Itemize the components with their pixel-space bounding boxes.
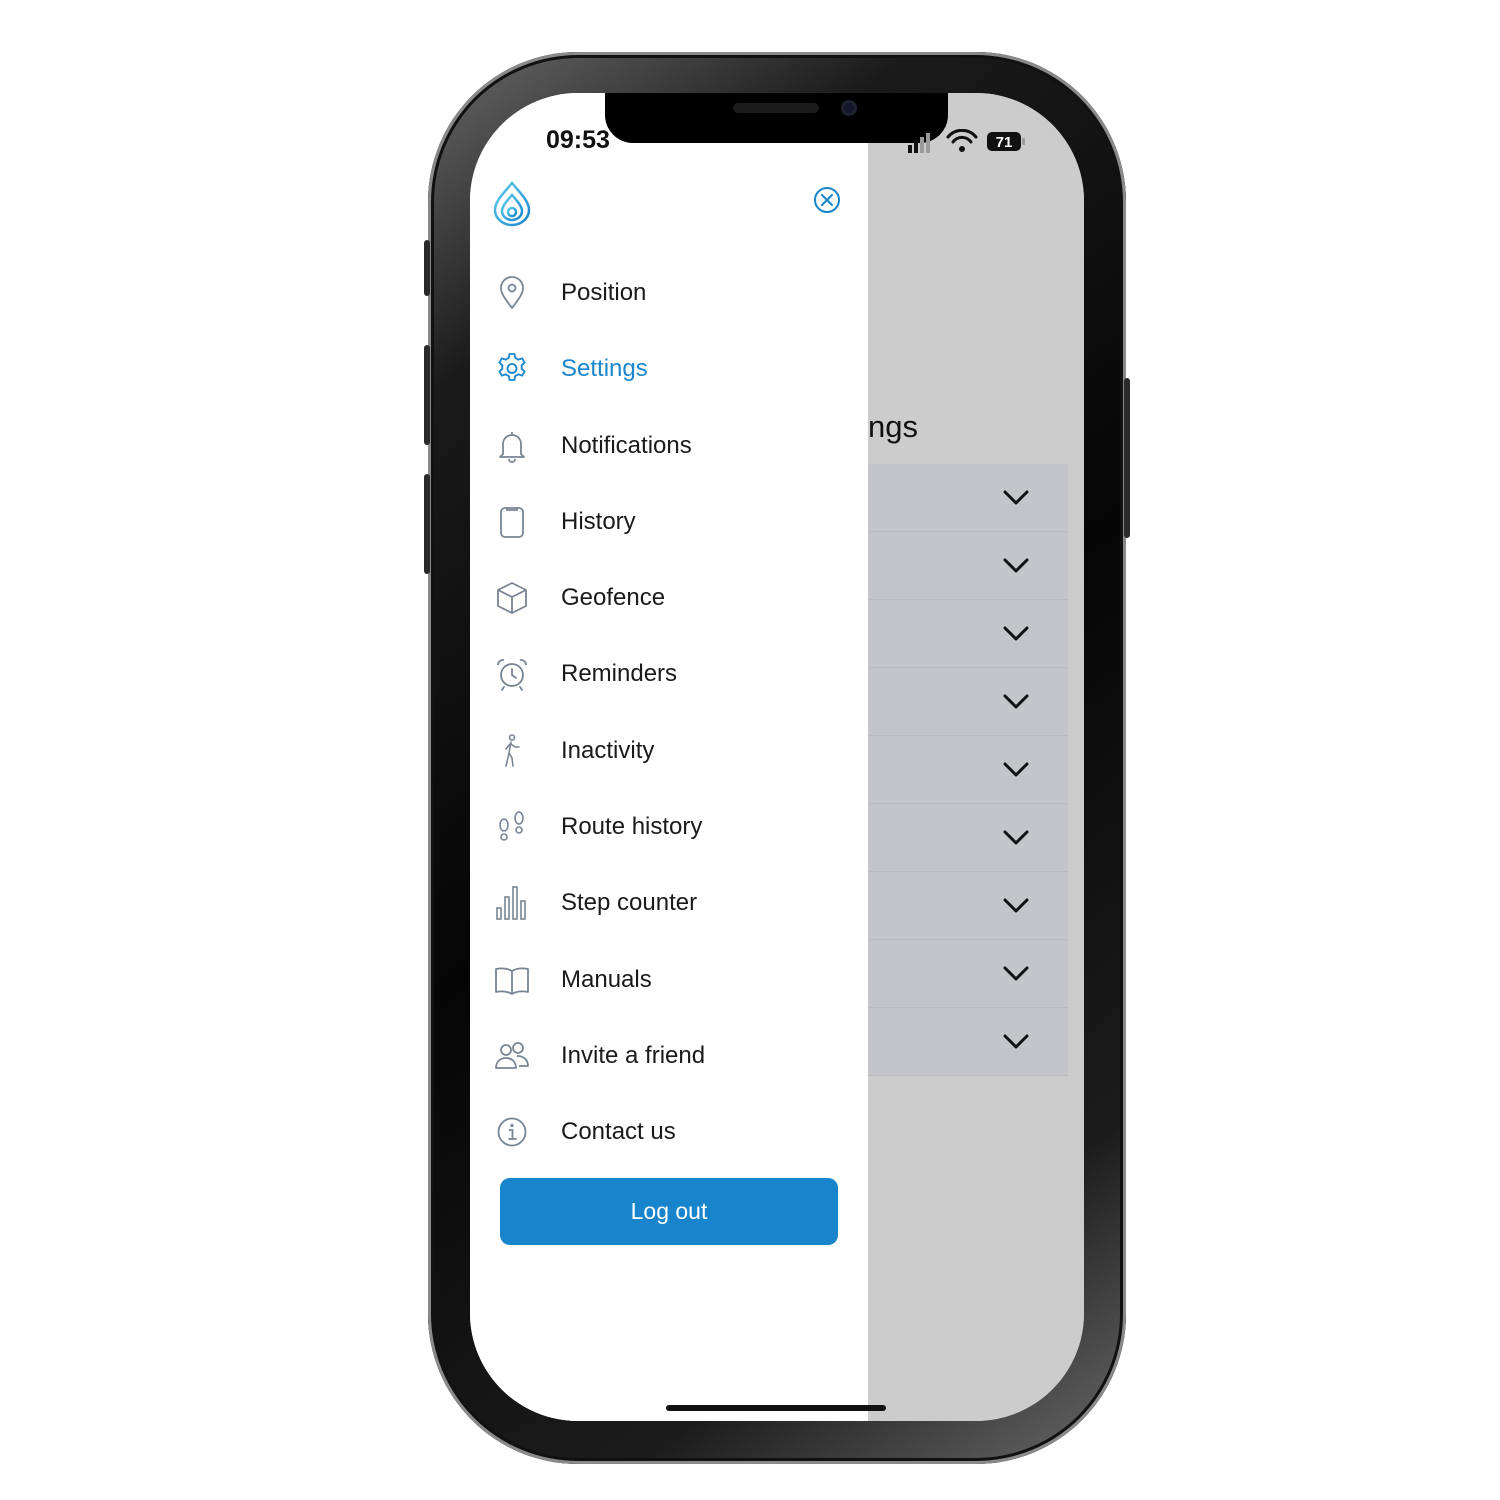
chevron-down-icon (1003, 762, 1029, 777)
menu-item-label: History (561, 507, 636, 535)
status-icons: 71 (908, 129, 1025, 153)
menu-item-history[interactable]: History (470, 484, 868, 560)
speaker-grille (733, 103, 819, 113)
accordion-row[interactable] (868, 736, 1068, 804)
menu-item-label: Route history (561, 813, 703, 841)
menu-item-step-counter[interactable]: Step counter (470, 865, 868, 941)
menu-item-label: Notifications (561, 431, 692, 459)
bar-chart-icon (496, 886, 526, 921)
wifi-icon (946, 129, 978, 152)
accordion-row[interactable] (868, 532, 1068, 600)
close-drawer-icon[interactable] (810, 183, 844, 217)
battery-icon: 71 (987, 132, 1025, 151)
chevron-down-icon (1003, 490, 1029, 505)
menu-item-label: Geofence (561, 584, 666, 612)
phone-screen: ngs 09:53 Position Settings Notification… (470, 93, 1084, 1421)
volume-up-button (424, 345, 430, 445)
menu-item-reminders[interactable]: Reminders (470, 636, 868, 712)
chevron-down-icon (1003, 898, 1029, 913)
accordion-row[interactable] (868, 804, 1068, 872)
app-logo-icon (493, 181, 531, 227)
chevron-down-icon (1003, 626, 1029, 641)
mute-switch (424, 240, 430, 296)
cube-icon (497, 582, 527, 615)
clipboard-icon (500, 506, 524, 538)
gear-icon (498, 353, 526, 382)
menu-item-inactivity[interactable]: Inactivity (470, 713, 868, 789)
menu-item-label: Manuals (561, 965, 652, 993)
menu-item-notifications[interactable]: Notifications (470, 408, 868, 484)
info-icon (497, 1117, 527, 1147)
bell-icon (499, 431, 525, 463)
power-button (1124, 378, 1130, 538)
menu-item-label: Step counter (561, 889, 698, 917)
open-book-icon (495, 967, 529, 995)
menu-item-label: Reminders (561, 660, 678, 688)
menu-item-label: Position (561, 279, 647, 306)
chevron-down-icon (1003, 966, 1029, 981)
alarm-clock-icon (497, 659, 527, 692)
status-time: 09:53 (546, 126, 610, 154)
menu-item-label: Contact us (561, 1118, 676, 1146)
menu-item-label: Settings (561, 355, 648, 383)
drawer-menu: Position Settings Notifications History … (470, 255, 868, 1171)
chevron-down-icon (1003, 694, 1029, 709)
menu-item-route-history[interactable]: Route history (470, 789, 868, 865)
volume-down-button (424, 474, 430, 574)
menu-item-settings[interactable]: Settings (470, 331, 868, 407)
menu-item-geofence[interactable]: Geofence (470, 560, 868, 636)
signal-icon (908, 133, 930, 153)
walking-person-icon (505, 733, 520, 767)
menu-item-contact-us[interactable]: Contact us (470, 1094, 868, 1170)
notch (605, 93, 948, 143)
menu-item-label: Invite a friend (561, 1041, 706, 1069)
chevron-down-icon (1003, 830, 1029, 845)
menu-item-invite-a-friend[interactable]: Invite a friend (470, 1018, 868, 1094)
page-title: ngs (868, 409, 918, 444)
home-indicator (666, 1405, 886, 1411)
accordion-row[interactable] (868, 1008, 1068, 1076)
front-camera (841, 100, 857, 116)
map-pin-icon (500, 276, 524, 310)
users-icon (495, 1042, 529, 1069)
accordion-row[interactable] (868, 464, 1068, 532)
navigation-drawer: 09:53 Position Settings Notifications Hi… (470, 93, 868, 1421)
battery-level: 71 (996, 134, 1013, 151)
menu-item-label: Inactivity (561, 736, 655, 764)
menu-item-manuals[interactable]: Manuals (470, 942, 868, 1018)
menu-item-position[interactable]: Position (470, 255, 868, 331)
accordion-row[interactable] (868, 940, 1068, 1008)
footprints-icon (499, 811, 524, 841)
accordion-row[interactable] (868, 872, 1068, 940)
chevron-down-icon (1003, 558, 1029, 573)
settings-accordion-list (868, 464, 1068, 1076)
log-out-button[interactable]: Log out (500, 1178, 838, 1245)
accordion-row[interactable] (868, 600, 1068, 668)
chevron-down-icon (1003, 1034, 1029, 1049)
accordion-row[interactable] (868, 668, 1068, 736)
